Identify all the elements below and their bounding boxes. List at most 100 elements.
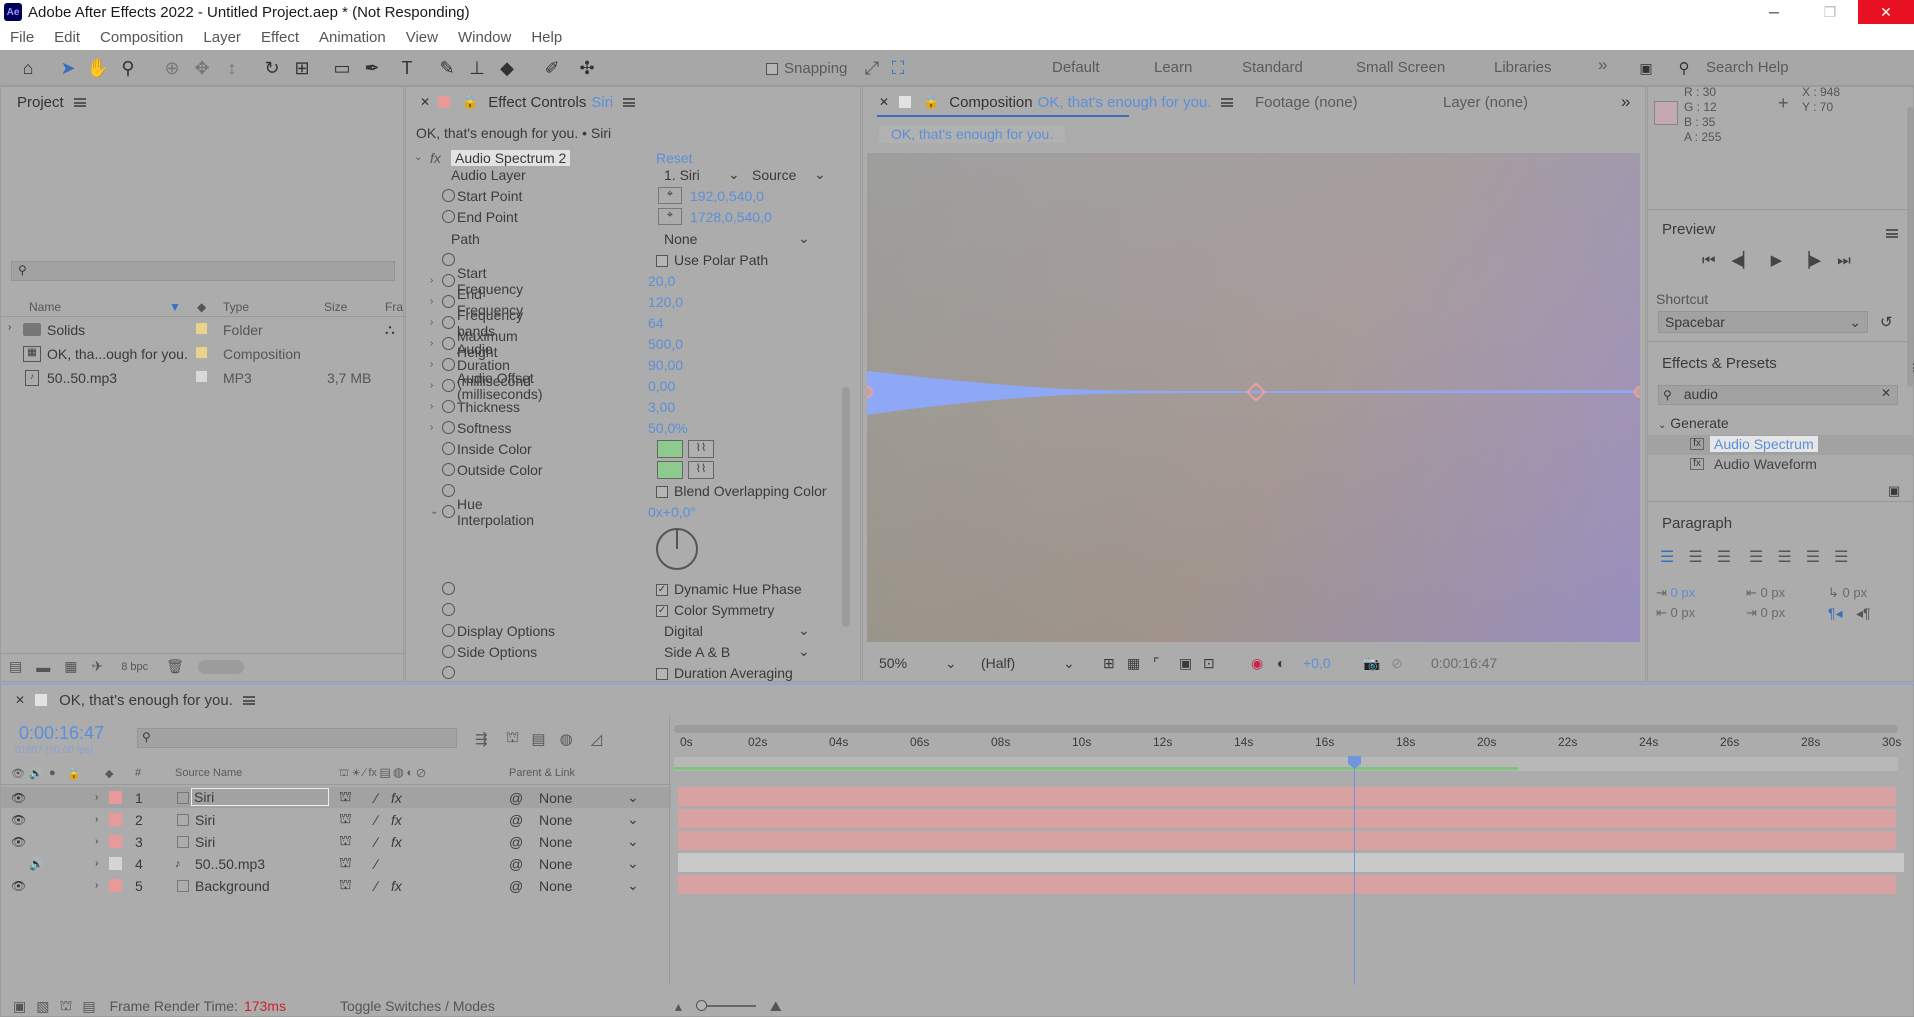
thumbnail-slider[interactable] bbox=[197, 659, 244, 674]
orbit-camera-icon[interactable]: ⊕ bbox=[160, 56, 184, 80]
panel-menu-icon[interactable] bbox=[242, 695, 255, 705]
expand-icon[interactable]: › bbox=[95, 836, 98, 847]
snap-grid-icon[interactable]: ⛶ bbox=[886, 56, 910, 80]
menu-window[interactable]: Window bbox=[448, 29, 521, 46]
stopwatch-icon[interactable] bbox=[442, 189, 455, 202]
stopwatch-icon[interactable] bbox=[442, 295, 455, 308]
quality-switch-icon[interactable]: ∕ bbox=[375, 856, 377, 872]
close-tab-icon[interactable]: ✕ bbox=[879, 95, 889, 109]
timeline-comp-name[interactable]: OK, that's enough for you. bbox=[59, 692, 233, 709]
channels-icon[interactable]: ◉ bbox=[1251, 655, 1263, 672]
table-row[interactable]: 👁 › 2 Siri ⛫ ∕ fx @ None ⌄ bbox=[1, 809, 671, 830]
previous-frame-icon[interactable]: ◀▏ bbox=[1732, 251, 1755, 269]
source-name-header[interactable]: Source Name bbox=[175, 767, 242, 779]
comp-mini-flowchart-icon[interactable]: ⇶ bbox=[475, 730, 488, 748]
hue-interpolation-value[interactable]: 0x+0,0° bbox=[648, 504, 696, 520]
menu-edit[interactable]: Edit bbox=[44, 29, 90, 46]
label-swatch[interactable] bbox=[109, 879, 122, 892]
project-search-input[interactable]: ⚲ bbox=[11, 261, 395, 281]
grid-options-icon[interactable]: ⊡ bbox=[1203, 655, 1215, 672]
tab-footage[interactable]: Footage (none) bbox=[1255, 94, 1358, 111]
rotate-tool-icon[interactable]: ↻ bbox=[260, 56, 284, 80]
close-button[interactable]: ✕ bbox=[1858, 0, 1914, 24]
draft-3d-icon[interactable]: ⛫ bbox=[506, 729, 520, 748]
path-dropdown[interactable]: None bbox=[664, 231, 697, 247]
maximize-button[interactable]: ❐ bbox=[1802, 0, 1858, 24]
label-swatch[interactable] bbox=[109, 857, 122, 870]
justify-right-icon[interactable]: ☰ bbox=[1806, 547, 1820, 567]
workspace-overflow-icon[interactable]: » bbox=[1598, 55, 1607, 75]
inside-color-swatch[interactable] bbox=[657, 439, 683, 458]
zoom-slider[interactable] bbox=[695, 1000, 756, 1011]
layer-name[interactable]: Siri bbox=[191, 788, 329, 806]
start-frequency-value[interactable]: 20,0 bbox=[648, 273, 675, 289]
clone-stamp-icon[interactable]: ⊥ bbox=[465, 56, 489, 80]
panel-overflow-icon[interactable]: » bbox=[1621, 92, 1630, 112]
layer-bar[interactable] bbox=[678, 831, 1896, 850]
expand-icon[interactable]: › bbox=[95, 792, 98, 803]
snapping-toggle[interactable]: Snapping bbox=[766, 60, 847, 77]
snap-icon[interactable]: ⤢ bbox=[860, 56, 884, 80]
end-point-handle[interactable] bbox=[1634, 386, 1640, 398]
stopwatch-icon[interactable] bbox=[442, 603, 455, 616]
close-tab-icon[interactable]: ✕ bbox=[15, 693, 25, 707]
align-center-icon[interactable]: ☰ bbox=[1688, 547, 1702, 567]
close-tab-icon[interactable]: ✕ bbox=[420, 95, 430, 109]
puppet-tool-icon[interactable]: ✣ bbox=[575, 56, 599, 80]
timeline-timecode[interactable]: 0:00:16:47 bbox=[19, 723, 104, 744]
justify-left-icon[interactable]: ☰ bbox=[1749, 547, 1763, 567]
space-before-field[interactable]: ⇤ 0 px bbox=[1746, 585, 1785, 601]
parent-link-header[interactable]: Parent & Link bbox=[509, 767, 575, 779]
last-frame-icon[interactable]: ⏭ bbox=[1837, 252, 1851, 269]
in-out-icon[interactable]: ⛫ bbox=[59, 997, 72, 1016]
stopwatch-icon[interactable] bbox=[442, 666, 455, 679]
menu-help[interactable]: Help bbox=[521, 29, 572, 46]
parent-dropdown[interactable]: None bbox=[539, 834, 572, 850]
brush-tool-icon[interactable]: ✎ bbox=[435, 56, 459, 80]
exposure-value[interactable]: +0,0 bbox=[1303, 655, 1331, 671]
justify-center-icon[interactable]: ☰ bbox=[1777, 547, 1791, 567]
table-row[interactable]: 👁 › 1 Siri ⛫ ∕ fx @ None ⌄ bbox=[1, 787, 671, 808]
column-type[interactable]: Type bbox=[223, 300, 249, 314]
thickness-value[interactable]: 3,00 bbox=[648, 399, 675, 415]
maximum-height-value[interactable]: 500,0 bbox=[648, 336, 683, 352]
menu-effect[interactable]: Effect bbox=[251, 29, 309, 46]
panel-menu-icon[interactable] bbox=[73, 97, 86, 107]
effects-search-input[interactable]: ⚲ audio ✕ bbox=[1658, 385, 1898, 405]
panel-menu-icon[interactable] bbox=[623, 97, 636, 107]
visibility-icon[interactable]: 👁 bbox=[11, 835, 26, 849]
dynamic-hue-checkbox[interactable]: ✓ Dynamic Hue Phase bbox=[656, 581, 802, 597]
layer-bar[interactable] bbox=[678, 809, 1896, 828]
shy-layers-icon[interactable]: ▤ bbox=[531, 730, 545, 748]
parent-dropdown[interactable]: None bbox=[539, 878, 572, 894]
zoom-in-icon[interactable]: ⛰ bbox=[770, 998, 782, 1015]
shy-switch-icon[interactable]: ⛫ bbox=[339, 810, 352, 829]
end-frequency-value[interactable]: 120,0 bbox=[648, 294, 683, 310]
eyedropper-icon[interactable]: ⌇⌇ bbox=[688, 460, 714, 479]
timeline-track-area[interactable]: 0s 02s 04s 06s 08s 10s 12s 14s 16s 18s 2… bbox=[669, 715, 1914, 985]
layer-switches-icon[interactable]: ▣ bbox=[13, 998, 26, 1015]
scrollbar[interactable] bbox=[1907, 107, 1913, 387]
workspace-default[interactable]: Default bbox=[1052, 59, 1100, 76]
pan-behind-icon[interactable]: ⊞ bbox=[290, 56, 314, 80]
render-time-toggle-icon[interactable]: ▤ bbox=[82, 998, 95, 1015]
comp-viewer[interactable] bbox=[867, 153, 1640, 642]
interpret-footage-icon[interactable]: ▤ bbox=[9, 658, 22, 675]
shy-switch-icon[interactable]: ⛫ bbox=[339, 788, 352, 807]
effects-category[interactable]: ⌄ Generate bbox=[1658, 415, 1729, 431]
audio-offset-value[interactable]: 0,00 bbox=[648, 378, 675, 394]
audio-source-dropdown[interactable]: Source bbox=[752, 167, 796, 183]
parent-dropdown[interactable]: None bbox=[539, 856, 572, 872]
rtl-direction-icon[interactable]: ◂¶ bbox=[1856, 605, 1871, 622]
stopwatch-icon[interactable] bbox=[442, 421, 455, 434]
eraser-tool-icon[interactable]: ◆ bbox=[495, 56, 519, 80]
hue-angle-dial[interactable] bbox=[656, 528, 698, 570]
delete-icon[interactable]: 🗑 bbox=[166, 658, 184, 675]
table-row[interactable]: 👁 › 5 Background ⛫ ∕ fx @ None ⌄ bbox=[1, 875, 671, 896]
pickwhip-icon[interactable]: @ bbox=[509, 856, 523, 872]
reset-icon[interactable]: ↺ bbox=[1880, 313, 1893, 331]
fx-switch-icon[interactable]: fx bbox=[391, 834, 402, 850]
eyedropper-icon[interactable]: ⌇⌇ bbox=[688, 439, 714, 458]
new-preset-icon[interactable]: ▣ bbox=[1888, 483, 1900, 499]
table-row[interactable]: 👁 › 3 Siri ⛫ ∕ fx @ None ⌄ bbox=[1, 831, 671, 852]
